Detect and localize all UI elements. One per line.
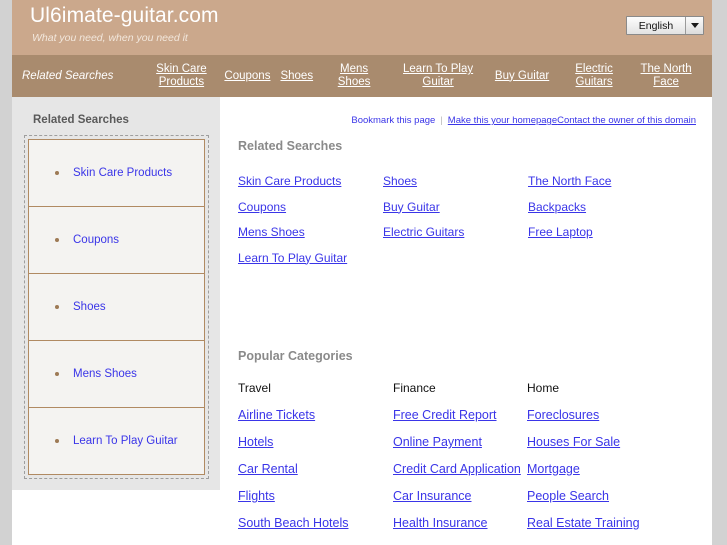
bullet-icon: [55, 238, 59, 242]
related-link-backpacks[interactable]: Backpacks: [528, 195, 698, 221]
nav-link-skin-care-products[interactable]: Skin Care Products: [143, 63, 219, 89]
sidebar-item-mens-shoes[interactable]: Mens Shoes: [28, 340, 205, 408]
category-link-south-beach-hotels[interactable]: South Beach Hotels: [238, 510, 393, 537]
category-link-people-search[interactable]: People Search: [527, 483, 682, 510]
sidebar-item-label: Shoes: [73, 301, 106, 313]
contact-owner-link[interactable]: Contact the owner of this domain: [557, 115, 696, 126]
related-searches-heading: Related Searches: [238, 139, 343, 153]
sidebar-item-shoes[interactable]: Shoes: [28, 273, 205, 341]
site-header: Ul6imate-guitar.com What you need, when …: [12, 0, 712, 55]
bullet-icon: [55, 305, 59, 309]
category-link-car-rental[interactable]: Car Rental: [238, 456, 393, 483]
related-link-skin-care-products[interactable]: Skin Care Products: [238, 169, 383, 195]
popular-categories-columns: Travel Airline Tickets Hotels Car Rental…: [238, 375, 682, 537]
related-link-mens-shoes[interactable]: Mens Shoes: [238, 220, 383, 246]
nav-link-mens-shoes[interactable]: Mens Shoes: [318, 63, 390, 89]
main-panel: Bookmark this page | Make this your homepa…: [220, 97, 712, 545]
category-link-health-insurance[interactable]: Health Insurance: [393, 510, 527, 537]
nav-link-coupons[interactable]: Coupons: [219, 70, 275, 83]
category-heading: Home: [527, 381, 560, 395]
site-tagline: What you need, when you need it: [32, 32, 188, 44]
make-homepage-link[interactable]: Make this your homepage: [448, 115, 557, 126]
utility-separator: |: [440, 115, 443, 126]
related-link-electric-guitars[interactable]: Electric Guitars: [383, 220, 528, 246]
sidebar-item-coupons[interactable]: Coupons: [28, 206, 205, 274]
sidebar-item-label: Skin Care Products: [73, 167, 173, 179]
nav-link-electric-guitars[interactable]: Electric Guitars: [558, 63, 630, 89]
nav-link-learn-to-play-guitar[interactable]: Learn To Play Guitar: [390, 63, 486, 89]
related-searches-navbar: Related Searches Skin Care Products Coup…: [12, 55, 712, 97]
bullet-icon: [55, 439, 59, 443]
sidebar: Related Searches Skin Care Products Coup…: [12, 97, 220, 490]
page-container: Ul6imate-guitar.com What you need, when …: [12, 0, 712, 545]
related-link-shoes[interactable]: Shoes: [383, 169, 528, 195]
related-link-learn-to-play-guitar[interactable]: Learn To Play Guitar: [238, 246, 383, 272]
language-select-value: English: [638, 19, 674, 32]
category-heading: Finance: [393, 381, 436, 395]
category-link-flights[interactable]: Flights: [238, 483, 393, 510]
language-select[interactable]: English: [626, 16, 704, 35]
related-link-free-laptop[interactable]: Free Laptop: [528, 220, 698, 246]
category-column-home: Home Foreclosures Houses For Sale Mortga…: [527, 375, 682, 537]
category-link-credit-card-application[interactable]: Credit Card Application: [393, 456, 527, 483]
sidebar-item-label: Learn To Play Guitar: [73, 435, 178, 447]
related-link-coupons[interactable]: Coupons: [238, 195, 383, 221]
site-title: Ul6imate-guitar.com: [30, 4, 219, 27]
sidebar-item-skin-care-products[interactable]: Skin Care Products: [28, 139, 205, 207]
category-column-finance: Finance Free Credit Report Online Paymen…: [393, 375, 527, 537]
category-heading: Travel: [238, 381, 271, 395]
category-link-houses-for-sale[interactable]: Houses For Sale: [527, 429, 682, 456]
related-searches-links: Skin Care Products Shoes The North Face …: [238, 169, 698, 271]
sidebar-item-label: Coupons: [73, 234, 120, 246]
nav-link-buy-guitar[interactable]: Buy Guitar: [486, 70, 558, 83]
category-link-car-insurance[interactable]: Car Insurance: [393, 483, 527, 510]
category-column-travel: Travel Airline Tickets Hotels Car Rental…: [238, 375, 393, 537]
related-link-the-north-face[interactable]: The North Face: [528, 169, 698, 195]
bullet-icon: [55, 372, 59, 376]
nav-link-shoes[interactable]: Shoes: [275, 70, 318, 83]
category-link-real-estate-training[interactable]: Real Estate Training: [527, 510, 682, 537]
popular-categories-heading: Popular Categories: [238, 349, 353, 363]
sidebar-item-learn-to-play-guitar[interactable]: Learn To Play Guitar: [28, 407, 205, 475]
bookmark-this-page-link[interactable]: Bookmark this page: [351, 115, 435, 126]
category-link-airline-tickets[interactable]: Airline Tickets: [238, 402, 393, 429]
category-link-foreclosures[interactable]: Foreclosures: [527, 402, 682, 429]
sidebar-item-label: Mens Shoes: [73, 368, 137, 380]
category-link-online-payment[interactable]: Online Payment: [393, 429, 527, 456]
chevron-down-icon[interactable]: [685, 17, 703, 34]
category-link-mortgage[interactable]: Mortgage: [527, 456, 682, 483]
sidebar-items-box: Skin Care Products Coupons Shoes Mens Sh…: [24, 135, 209, 479]
navbar-label: Related Searches: [22, 70, 114, 82]
utility-links: Bookmark this page | Make this your homepa…: [351, 115, 696, 126]
bullet-icon: [55, 171, 59, 175]
nav-link-the-north-face[interactable]: The North Face: [630, 63, 702, 89]
related-link-buy-guitar[interactable]: Buy Guitar: [383, 195, 528, 221]
category-link-free-credit-report[interactable]: Free Credit Report: [393, 402, 527, 429]
navbar-links: Skin Care Products Coupons Shoes Mens Sh…: [143, 63, 712, 89]
category-link-hotels[interactable]: Hotels: [238, 429, 393, 456]
content-area: Related Searches Skin Care Products Coup…: [12, 97, 712, 545]
sidebar-title: Related Searches: [33, 114, 129, 126]
